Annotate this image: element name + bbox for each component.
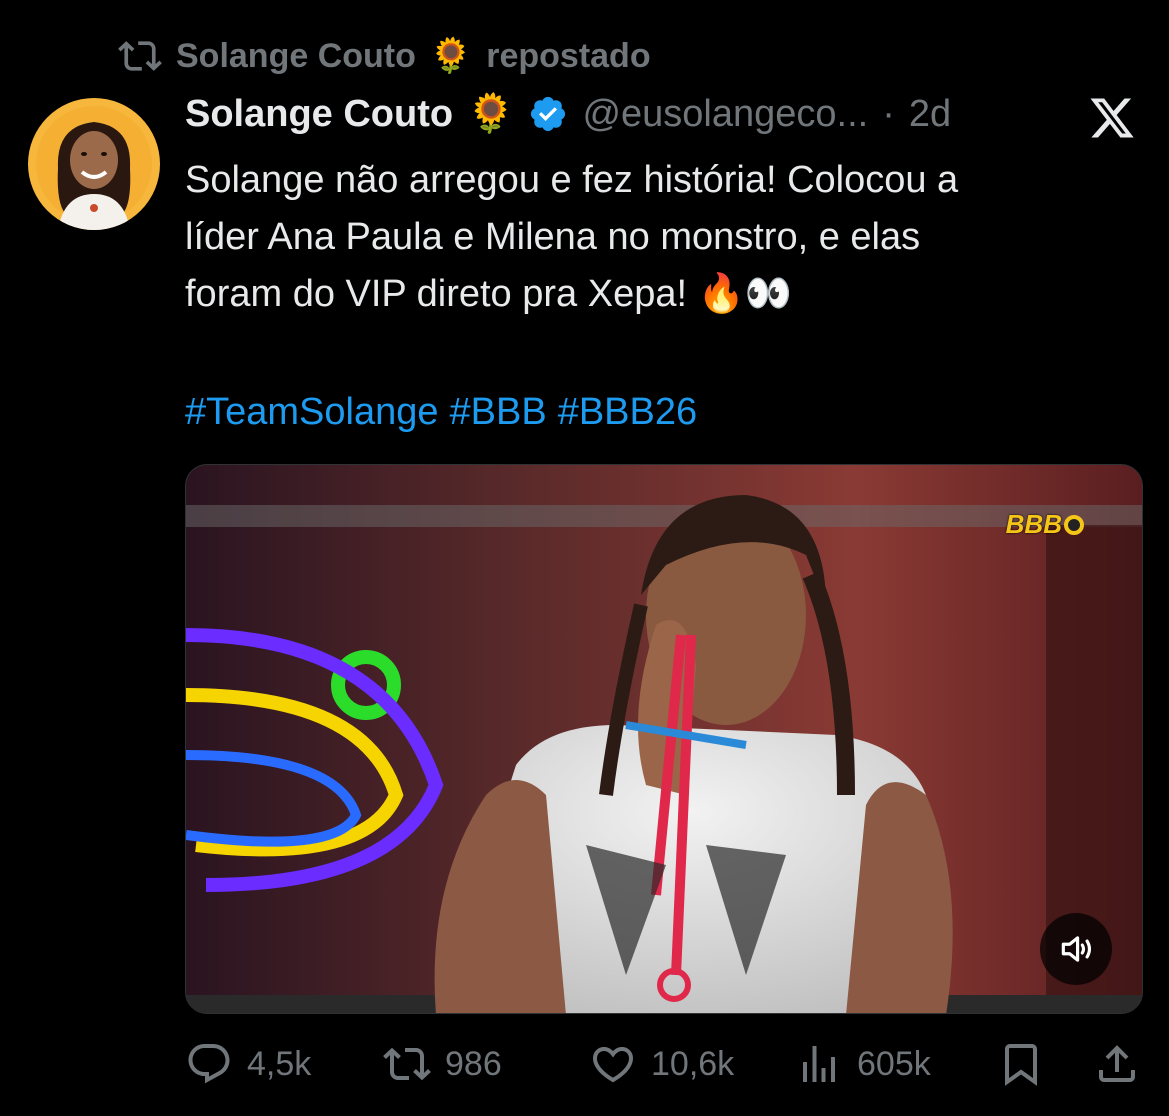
hashtag-link[interactable]: #TeamSolange [185, 384, 439, 441]
hashtag-link[interactable]: #BBB26 [558, 384, 697, 441]
video-frame [186, 465, 1142, 1013]
timestamp[interactable]: 2d [909, 93, 951, 136]
action-bar: 4,5k 986 10,6k 605k [185, 1036, 1135, 1092]
reply-icon [188, 1044, 230, 1084]
tweet-header: Solange Couto 🌻 @eusolangeco... · 2d [185, 92, 951, 136]
tweet-text: Solange não arregou e fez história! Colo… [185, 159, 959, 315]
repost-label: repostado [486, 36, 651, 75]
avatar-image [28, 98, 160, 230]
hashtag-link[interactable]: #BBB [450, 384, 547, 441]
sunflower-emoji: 🌻 [467, 93, 515, 135]
repost-icon [118, 41, 162, 71]
author-name[interactable]: Solange Couto [185, 93, 453, 136]
heart-icon [592, 1047, 634, 1083]
bookmark-icon [1005, 1044, 1037, 1086]
bookmark-button[interactable] [997, 1036, 1045, 1092]
like-count: 10,6k [651, 1044, 735, 1083]
repost-indicator[interactable]: Solange Couto 🌻 repostado [118, 34, 651, 78]
share-button[interactable] [1093, 1036, 1141, 1092]
reply-count: 4,5k [247, 1044, 312, 1083]
like-button[interactable]: 10,6k [589, 1036, 734, 1092]
video-media[interactable]: BBB [185, 464, 1143, 1014]
verified-badge-icon[interactable] [528, 94, 568, 134]
views-chart-icon [803, 1046, 835, 1082]
repost-user-name[interactable]: Solange Couto [176, 37, 416, 76]
avatar[interactable] [28, 98, 160, 230]
repost-count: 986 [445, 1044, 502, 1083]
hashtags: #TeamSolange #BBB #BBB26 [185, 384, 697, 441]
repost-button[interactable]: 986 [383, 1036, 502, 1092]
speaker-muted-icon [1061, 936, 1092, 962]
x-logo-icon[interactable] [1086, 94, 1138, 142]
author-handle[interactable]: @eusolangeco... [582, 93, 868, 136]
views-button[interactable]: 605k [795, 1036, 931, 1092]
views-count: 605k [857, 1044, 931, 1083]
share-icon [1099, 1045, 1135, 1082]
repost-icon [383, 1047, 431, 1081]
separator-dot: · [882, 92, 895, 135]
bbb-watermark: BBB [1006, 509, 1084, 540]
sunflower-emoji: 🌻 [429, 37, 473, 75]
volume-button[interactable] [1040, 913, 1112, 985]
reply-button[interactable]: 4,5k [185, 1036, 311, 1092]
